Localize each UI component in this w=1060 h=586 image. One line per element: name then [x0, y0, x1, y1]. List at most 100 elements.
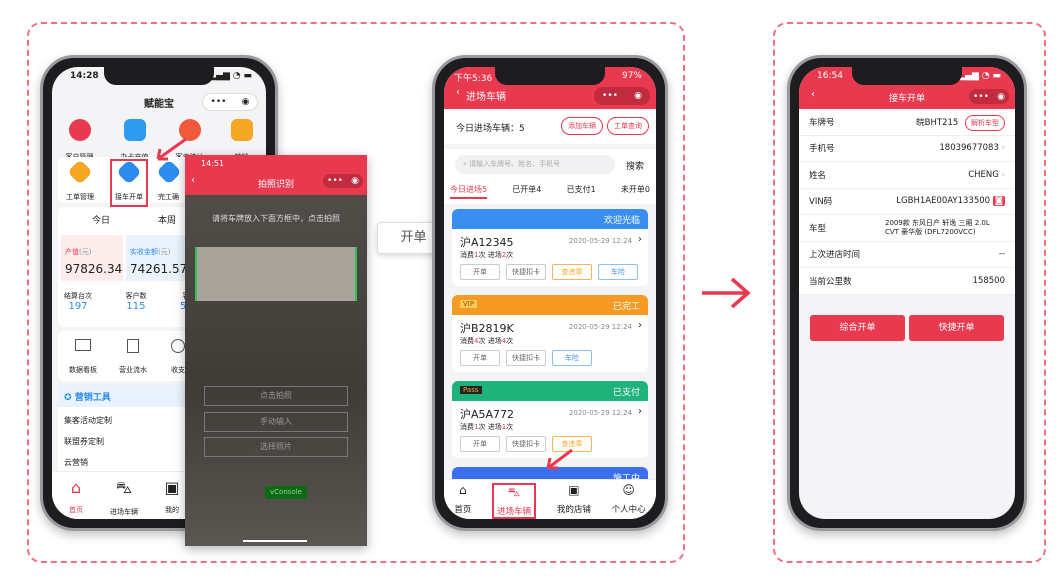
status-time: 下午5:36 [454, 74, 493, 84]
tab-ordered[interactable]: 已开单4 [512, 184, 541, 199]
mini-capsule[interactable]: ••• ◉ [202, 93, 258, 111]
signal-icon: ▂▄▆ ◔ ▬ [209, 71, 252, 81]
quick-deduct-button[interactable]: 快捷扣卡 [506, 264, 546, 280]
nav-vehicles[interactable]: ⛍ 进场车辆 [100, 478, 148, 519]
battery-level: 97% [621, 71, 642, 81]
bottom-nav: ⌂ 首页 ⛍ 进场车辆 ▣ 我的店铺 ☺ 个人中心 [444, 479, 656, 519]
vehicle-card[interactable]: 欢迎光临 沪A12345 2020-05-29 12:24 › 消费1次 进场2次… [452, 209, 648, 286]
marketing-icon: ✪ [64, 393, 75, 403]
vehicle-form: 车牌号 皖BHT215 解析车型 手机号 18039677083 › 姓名 CHENG… [799, 109, 1015, 295]
full-order-button[interactable]: 综合开单 [810, 315, 905, 341]
mini-capsule[interactable]: ••• ◉ [969, 89, 1009, 104]
nav-vehicles[interactable]: ⛍ 进场车辆 [492, 483, 537, 519]
car-icon: ⛍ [507, 485, 521, 499]
status-tabs: 今日进场5 已开单4 已支付1 未开单0 [450, 184, 650, 199]
open-order-button[interactable]: 开单 [460, 350, 500, 366]
count-row: 结算台次197 客户数115 客单539 [64, 292, 199, 312]
nav-home[interactable]: ⌂ 首页 [52, 478, 100, 519]
quick-order-button[interactable]: 快捷开单 [909, 315, 1004, 341]
open-order-button[interactable]: 开单 [460, 264, 500, 280]
row-vin[interactable]: VIN码 LGBH1AE00AY133500 ◙ [799, 188, 1015, 215]
nav-profile[interactable]: ☺ 个人中心 [612, 483, 646, 519]
home-icon: ⌂ [459, 483, 467, 497]
member-badge: Pass [460, 386, 482, 394]
tab-paid[interactable]: 已支付1 [567, 184, 596, 199]
home-indicator [243, 540, 307, 542]
flow-arrow-icon [702, 277, 751, 309]
add-vehicle-button[interactable]: 添加车辆 [561, 117, 603, 135]
quick-deduct-button[interactable]: 快捷扣卡 [506, 436, 546, 452]
status-time: 14:51 [201, 159, 225, 168]
chevron-right-icon: › [638, 234, 642, 245]
workorder-icon [67, 159, 93, 185]
insurance-button[interactable]: 车险 [552, 350, 592, 366]
camera-icon[interactable]: ◙ [992, 196, 1005, 207]
parse-model-button[interactable]: 解析车型 [965, 114, 1005, 131]
more-icon[interactable]: ••• [211, 97, 227, 107]
tab-unordered[interactable]: 未开单0 [621, 184, 650, 199]
flow-complete[interactable]: 完工确 [155, 159, 182, 203]
vehicle-card[interactable]: VIP 已完工 沪B2819K 2020-05-29 12:24 › 消费4次 进场… [452, 295, 648, 372]
tool-flow[interactable]: 营业流水 [108, 331, 158, 381]
tab-today[interactable]: 今日进场5 [450, 184, 488, 199]
more-icon: ••• [602, 91, 618, 101]
search-input[interactable]: ⌕ 请输入车牌号、姓名、手机号 [455, 155, 615, 174]
tool-dashboard[interactable]: 数据看板 [58, 331, 108, 381]
choose-photo-button[interactable]: 选择照片 [204, 437, 348, 457]
close-target-icon[interactable]: ◉ [242, 97, 250, 107]
row-last-visit: 上次进店时间 -- [799, 241, 1015, 268]
row-name[interactable]: 姓名 CHENG › [799, 162, 1015, 189]
row-plate[interactable]: 车牌号 皖BHT215 解析车型 [799, 109, 1015, 136]
row-phone[interactable]: 手机号 18039677083 › [799, 135, 1015, 162]
flow-receive-car[interactable]: 接车开单 [110, 159, 148, 207]
phone-vehicles: 下午5:36 97% ‹ 进场车辆 ••• ◉ 今日进场车辆：5 添加车辆 工单查询… [432, 55, 668, 531]
open-order-button[interactable]: 开单 [460, 436, 500, 452]
receive-car-icon [116, 159, 142, 185]
order-query-button[interactable]: 工单查询 [607, 117, 649, 135]
mini-capsule[interactable]: ••• ◉ [594, 87, 650, 105]
status-time: 14:28 [70, 71, 99, 81]
plate-viewfinder[interactable] [195, 247, 357, 301]
chevron-right-icon: › [1001, 169, 1005, 180]
home-icon: ⌂ [70, 478, 82, 497]
summary-bar: 今日进场车辆：5 添加车辆 工单查询 [444, 109, 656, 144]
quick-deduct-button[interactable]: 快捷扣卡 [506, 350, 546, 366]
nav-home[interactable]: ⌂ 首页 [454, 483, 471, 519]
chevron-right-icon: › [638, 406, 642, 417]
phone-receive-car: 16:54 ▂▄▆ ◔ ▬ ‹ 接车开单 ••• ◉ 车牌号 皖BHT215 解析车型… [787, 55, 1027, 531]
money-icon [171, 339, 185, 353]
card-icon [123, 119, 146, 141]
take-photo-button[interactable]: 点击拍照 [204, 386, 348, 406]
search-button[interactable]: 搜索 [626, 159, 644, 172]
manual-input-button[interactable]: 手动输入 [204, 412, 348, 432]
vconsole-button[interactable]: vConsole [265, 486, 307, 499]
tab-week[interactable]: 本周 [158, 213, 176, 226]
chevron-right-icon: › [638, 320, 642, 331]
car-icon: ⛍ [115, 478, 133, 497]
insurance-button[interactable]: 车险 [598, 264, 638, 280]
screen-title: 进场车辆 [466, 92, 506, 103]
vehicle-card[interactable]: Pass 已支付 沪A5A772 2020-05-29 12:24 › 消费1次 进… [452, 381, 648, 458]
ticket-icon [230, 119, 253, 141]
tab-today[interactable]: 今日 [92, 213, 110, 226]
camera-hint: 请将车牌放入下面方框中，点击拍照 [212, 214, 340, 223]
store-icon: ▣ [568, 483, 580, 497]
nav-store[interactable]: ▣ 我的店铺 [557, 483, 591, 519]
monitor-icon [75, 339, 91, 351]
signal-icon: ▂▄▆ ◔ ▬ [958, 71, 1001, 81]
user-icon: ☺ [622, 483, 635, 497]
customer-icon [68, 119, 91, 141]
close-target-icon: ◉ [634, 91, 642, 101]
vip-badge: VIP [460, 300, 478, 308]
mini-capsule[interactable]: ••• ◉ [323, 174, 363, 188]
row-model: 车型 2009款 东风日产 轩逸 三厢 2.0L CVT 豪华版 (DFL7200… [799, 215, 1015, 242]
chevron-right-icon: › [1001, 143, 1005, 154]
row-mileage[interactable]: 当前公里数 158500 [799, 268, 1015, 295]
complete-icon [155, 159, 182, 185]
flow-workorder[interactable]: 工单管理 [66, 159, 94, 203]
back-icon[interactable]: ‹ [456, 87, 460, 98]
violation-button[interactable]: 查违章 [552, 264, 592, 280]
pointer-arrow-icon [546, 448, 573, 470]
pointer-arrow-icon [156, 137, 187, 161]
stat-output: 产值(元) 97826.34 [61, 235, 123, 281]
